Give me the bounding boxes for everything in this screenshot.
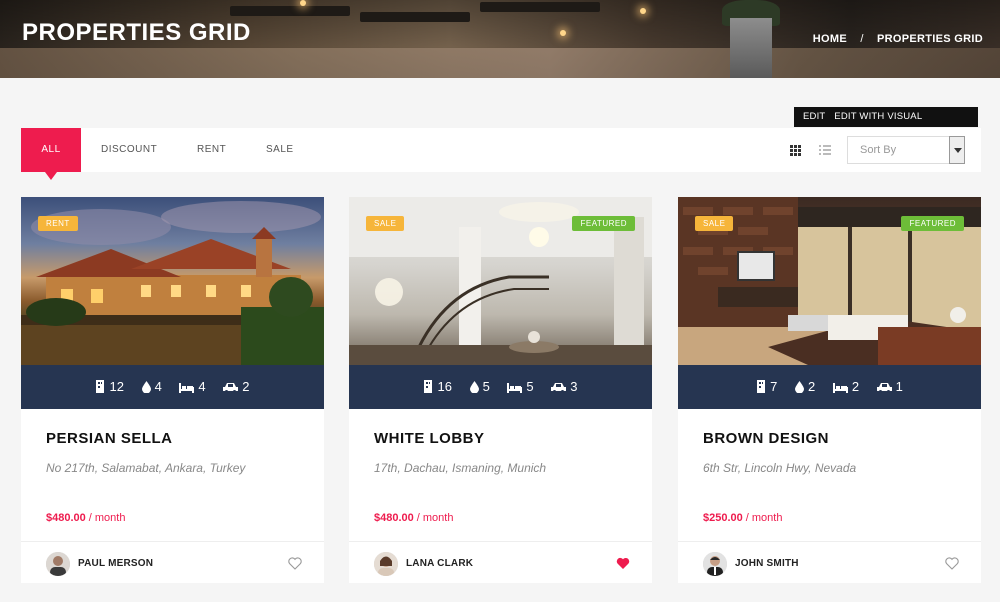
- banner-light: [640, 8, 646, 14]
- featured-badge: FEATURED: [901, 216, 964, 231]
- bed-icon: [832, 383, 848, 393]
- featured-badge: FEATURED: [572, 216, 635, 231]
- car-icon: [551, 383, 567, 393]
- filter-tab-all[interactable]: ALL: [21, 128, 81, 180]
- rooms-count: 16: [437, 379, 452, 394]
- listing-type-badge: SALE: [695, 216, 734, 231]
- agent-name[interactable]: JOHN SMITH: [735, 558, 799, 569]
- listing-type-badge: RENT: [38, 216, 78, 231]
- breadcrumb: HOME / PROPERTIES GRID: [813, 33, 983, 45]
- card-divider: [349, 541, 652, 542]
- heart-outline-icon[interactable]: [288, 557, 302, 570]
- agent-name[interactable]: LANA CLARK: [406, 558, 473, 569]
- building-icon: [424, 380, 433, 393]
- water-drop-icon: [469, 381, 479, 394]
- listing-type-badge: SALE: [366, 216, 405, 231]
- property-address: No 217th, Salamabat, Ankara, Turkey: [46, 461, 246, 475]
- property-price: $480.00/ month: [374, 512, 453, 524]
- baths-count: 2: [807, 379, 816, 394]
- breadcrumb-current: PROPERTIES GRID: [877, 33, 983, 45]
- property-stats-bar: 12 4 4 2: [21, 365, 324, 409]
- edit-link[interactable]: EDIT: [803, 111, 825, 122]
- price-amount: $480.00: [46, 512, 86, 524]
- building-icon: [757, 380, 766, 393]
- banner-deck: [0, 48, 1000, 78]
- property-address: 6th Str, Lincoln Hwy, Nevada: [703, 461, 857, 475]
- garages-count: 1: [895, 379, 903, 394]
- property-title[interactable]: BROWN DESIGN: [703, 430, 829, 447]
- property-address: 17th, Dachau, Ismaning, Munich: [374, 461, 547, 475]
- property-photo[interactable]: SALE FEATURED: [678, 197, 981, 365]
- sort-by-label: Sort By: [860, 144, 897, 156]
- property-price: $480.00/ month: [46, 512, 125, 524]
- heart-outline-icon[interactable]: [945, 557, 959, 570]
- beds-count: 4: [198, 379, 206, 394]
- property-photo[interactable]: SALE FEATURED: [349, 197, 652, 365]
- filter-bar: ALL DISCOUNT RENT SALE Sort By: [21, 128, 981, 180]
- property-photo[interactable]: RENT: [21, 197, 324, 365]
- banner-planter: [730, 18, 772, 78]
- beds-count: 2: [851, 379, 860, 394]
- banner-lounger: [230, 6, 350, 16]
- card-divider: [678, 541, 981, 542]
- baths-count: 5: [482, 379, 490, 394]
- grid-view-icon[interactable]: [790, 145, 802, 156]
- agent-avatar[interactable]: [46, 552, 70, 576]
- car-icon: [876, 383, 892, 393]
- property-card[interactable]: RENT 12 4 4 2 PERSIAN SELLA No 217th, Sa…: [21, 197, 324, 583]
- price-period: / month: [745, 512, 783, 524]
- breadcrumb-home-link[interactable]: HOME: [813, 33, 847, 45]
- building-icon: [96, 380, 105, 393]
- filter-tab-sale[interactable]: SALE: [266, 128, 294, 172]
- garages-count: 3: [570, 379, 578, 394]
- rooms-count: 7: [770, 379, 778, 394]
- property-stats-bar: 7 2 2 1: [678, 365, 981, 409]
- beds-count: 5: [526, 379, 534, 394]
- price-amount: $480.00: [374, 512, 414, 524]
- admin-edit-bar: EDIT EDIT WITH VISUAL COMPOSER: [794, 107, 978, 142]
- rooms-count: 12: [109, 379, 124, 394]
- banner-lounger: [480, 2, 600, 12]
- water-drop-icon: [141, 381, 151, 394]
- banner-lounger: [360, 12, 470, 22]
- bed-icon: [179, 383, 195, 393]
- chevron-down-icon[interactable]: [949, 136, 965, 164]
- garages-count: 2: [242, 379, 250, 394]
- banner-light: [560, 30, 566, 36]
- water-drop-icon: [794, 381, 804, 394]
- agent-avatar[interactable]: [703, 552, 727, 576]
- property-title[interactable]: PERSIAN SELLA: [46, 430, 173, 447]
- property-price: $250.00/ month: [703, 512, 782, 524]
- sort-by-select[interactable]: Sort By: [847, 136, 965, 164]
- price-period: / month: [416, 512, 454, 524]
- page-title: PROPERTIES GRID: [22, 19, 251, 46]
- card-divider: [21, 541, 324, 542]
- car-icon: [223, 383, 239, 393]
- heart-filled-icon[interactable]: [616, 557, 630, 570]
- page-header-banner: PROPERTIES GRID HOME / PROPERTIES GRID: [0, 0, 1000, 78]
- agent-avatar[interactable]: [374, 552, 398, 576]
- price-period: / month: [88, 512, 126, 524]
- list-view-icon[interactable]: [819, 145, 831, 155]
- filter-tab-discount[interactable]: DISCOUNT: [101, 128, 157, 172]
- baths-count: 4: [154, 379, 162, 394]
- property-card[interactable]: SALE FEATURED 16 5 5 3 WHITE LOBBY 17th,…: [349, 197, 652, 583]
- agent-name[interactable]: PAUL MERSON: [78, 558, 153, 569]
- price-amount: $250.00: [703, 512, 743, 524]
- bed-icon: [507, 383, 523, 393]
- filter-tab-rent[interactable]: RENT: [197, 128, 226, 172]
- property-title[interactable]: WHITE LOBBY: [374, 430, 485, 447]
- property-stats-bar: 16 5 5 3: [349, 365, 652, 409]
- breadcrumb-separator: /: [860, 33, 864, 45]
- property-card[interactable]: SALE FEATURED 7 2 2 1 BROWN DESIGN 6th S…: [678, 197, 981, 583]
- banner-light: [300, 0, 306, 6]
